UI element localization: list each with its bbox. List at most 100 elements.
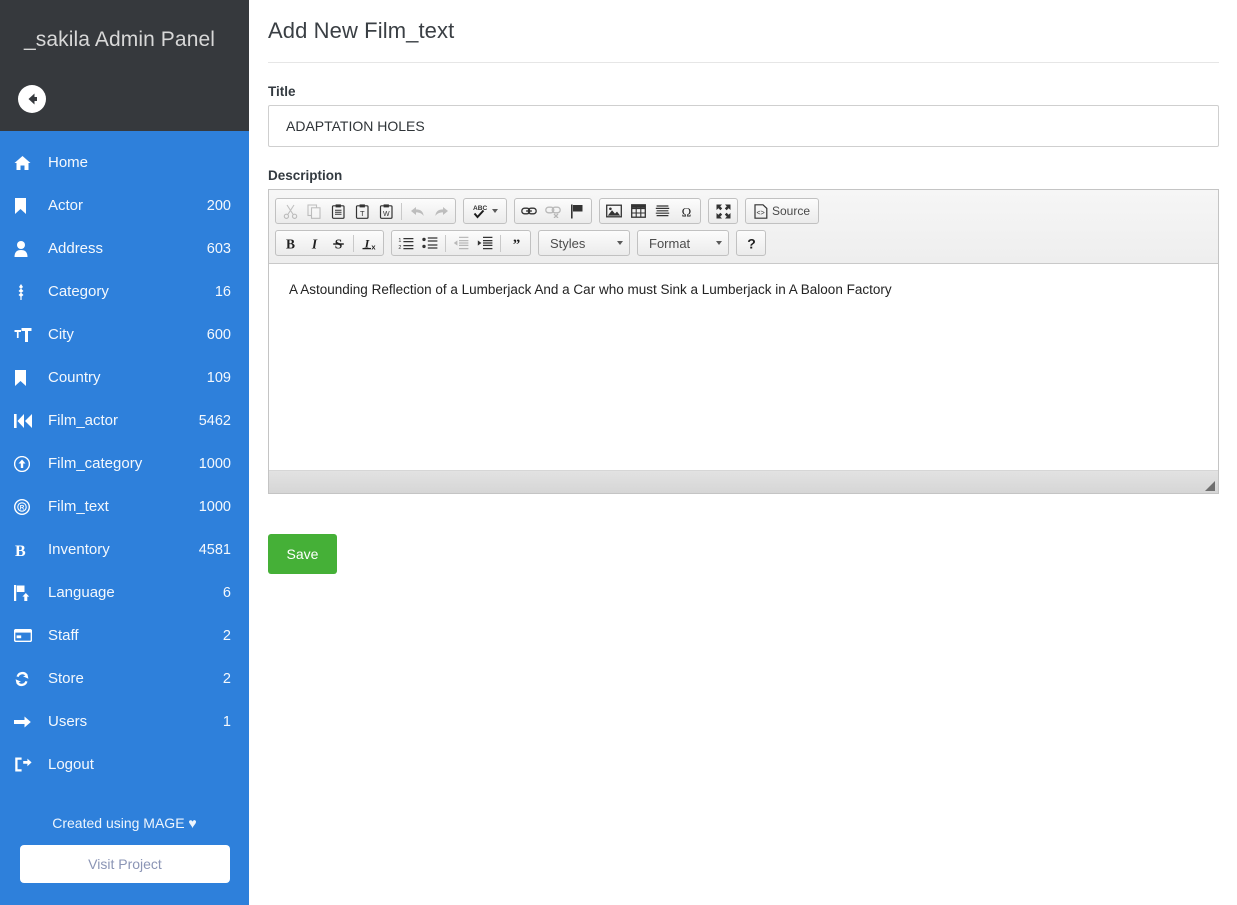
- styles-dropdown[interactable]: Styles: [538, 230, 630, 256]
- user-icon: [14, 240, 38, 257]
- unlink-icon[interactable]: [542, 200, 564, 222]
- sidebar-item-city[interactable]: City 600: [0, 313, 249, 356]
- sidebar-item-count: 6: [222, 584, 231, 601]
- svg-text:B: B: [285, 236, 294, 251]
- sidebar-item-label: Actor: [48, 197, 84, 214]
- numbered-list-icon[interactable]: 1 2: [395, 232, 417, 254]
- sidebar-item-label: Store: [48, 670, 84, 687]
- home-icon: [14, 155, 38, 171]
- paste-text-icon[interactable]: T: [351, 200, 373, 222]
- toolbar-separator: [445, 234, 446, 252]
- app-root: _sakila Admin Panel Home Actor 200 Addre…: [0, 0, 1237, 905]
- anchor-flag-icon[interactable]: [566, 200, 588, 222]
- editor-toolbar-row-1: T W ABC Ω <> Source: [273, 195, 1214, 227]
- undo-icon[interactable]: [406, 200, 428, 222]
- toolbar-separator: [500, 234, 501, 252]
- sidebar-item-store[interactable]: Store 2: [0, 657, 249, 700]
- footer-credit: Created using MAGE ♥: [52, 815, 197, 831]
- format-dropdown[interactable]: Format: [637, 230, 729, 256]
- bulleted-list-icon[interactable]: [419, 232, 441, 254]
- paste-word-icon[interactable]: W: [375, 200, 397, 222]
- resize-grip-handle[interactable]: [1205, 481, 1215, 491]
- arrow-circle-left-icon[interactable]: [18, 85, 46, 113]
- remove-format-icon[interactable]: I x: [358, 232, 380, 254]
- save-button[interactable]: Save: [268, 534, 337, 574]
- chevron-down-icon: [716, 241, 722, 245]
- sidebar-item-label: Film_actor: [48, 412, 119, 429]
- sidebar-item-count: 1000: [198, 455, 231, 472]
- image-icon[interactable]: [603, 200, 625, 222]
- svg-text:2: 2: [398, 245, 401, 250]
- sidebar-item-category[interactable]: Category 16: [0, 270, 249, 313]
- spellcheck-icon[interactable]: ABC: [467, 200, 503, 222]
- sidebar-item-users[interactable]: Users 1: [0, 700, 249, 743]
- spellcheck-toolgroup: ABC: [463, 198, 507, 224]
- editor-content-area[interactable]: A Astounding Reflection of a Lumberjack …: [269, 264, 1218, 471]
- strike-icon[interactable]: S: [327, 232, 349, 254]
- editor-toolbar: T W ABC Ω <> Source B I I x 1 2 ” Styles…: [269, 190, 1218, 264]
- sidebar-item-label: Language: [48, 584, 115, 601]
- link-toolgroup: [514, 198, 592, 224]
- sidebar-item-film-text[interactable]: R Film_text 1000: [0, 485, 249, 528]
- insert-toolgroup: Ω: [599, 198, 701, 224]
- paste-icon[interactable]: [327, 200, 349, 222]
- sidebar-item-film-category[interactable]: Film_category 1000: [0, 442, 249, 485]
- sidebar-item-label: Category: [48, 283, 109, 300]
- svg-text:Ω: Ω: [681, 204, 691, 219]
- italic-icon[interactable]: I: [303, 232, 325, 254]
- bold-icon[interactable]: B: [279, 232, 301, 254]
- sidebar-item-country[interactable]: Country 109: [0, 356, 249, 399]
- redo-icon[interactable]: [430, 200, 452, 222]
- maximize-icon[interactable]: [712, 200, 734, 222]
- arrow-right-icon: [14, 715, 38, 729]
- maximize-toolgroup: [708, 198, 738, 224]
- title-input[interactable]: [268, 105, 1219, 147]
- sidebar-item-label: Film_category: [48, 455, 143, 472]
- sidebar-item-count: 1: [222, 713, 231, 730]
- sidebar-item-logout[interactable]: Logout: [0, 743, 249, 786]
- svg-text:”: ”: [512, 237, 520, 250]
- sidebar-item-film-actor[interactable]: Film_actor 5462: [0, 399, 249, 442]
- sidebar-item-label: Film_text: [48, 498, 109, 515]
- bold-b-icon: B: [14, 542, 38, 558]
- refresh-icon: [14, 671, 38, 687]
- sidebar-item-language[interactable]: Language 6: [0, 571, 249, 614]
- source-button[interactable]: <> Source: [749, 200, 815, 222]
- text-format-icon: [14, 327, 38, 343]
- special-char-icon[interactable]: Ω: [675, 200, 697, 222]
- sidebar-item-home[interactable]: Home: [0, 141, 249, 184]
- about-toolgroup: ?: [736, 230, 766, 256]
- main-content: Add New Film_text Title Description: [249, 0, 1237, 905]
- sidebar-item-count: 2: [222, 670, 231, 687]
- svg-text:x: x: [371, 242, 376, 250]
- help-button[interactable]: ?: [740, 232, 762, 254]
- sidebar-item-label: Home: [48, 154, 89, 171]
- sidebar-footer: Created using MAGE ♥ Visit Project: [0, 815, 249, 883]
- sidebar-item-actor[interactable]: Actor 200: [0, 184, 249, 227]
- sidebar-item-address[interactable]: Address 603: [0, 227, 249, 270]
- arrow-up-circle-icon: [14, 455, 38, 472]
- flag-upload-icon: [14, 584, 38, 601]
- outdent-icon[interactable]: [450, 232, 472, 254]
- sidebar-item-count: 200: [206, 197, 231, 214]
- sidebar-item-inventory[interactable]: B Inventory 4581: [0, 528, 249, 571]
- sidebar-header: _sakila Admin Panel: [0, 0, 249, 131]
- sidebar-item-staff[interactable]: Staff 2: [0, 614, 249, 657]
- sidebar-item-label: Staff: [48, 627, 79, 644]
- sidebar-item-count: 1000: [198, 498, 231, 515]
- format-label: Format: [649, 235, 691, 251]
- svg-text:1: 1: [398, 238, 401, 244]
- cut-icon[interactable]: [279, 200, 301, 222]
- table-icon[interactable]: [627, 200, 649, 222]
- copy-icon[interactable]: [303, 200, 325, 222]
- blockquote-icon[interactable]: ”: [505, 232, 527, 254]
- svg-text:T: T: [360, 209, 365, 218]
- link-icon[interactable]: [518, 200, 540, 222]
- rich-text-editor: T W ABC Ω <> Source B I I x 1 2 ” Styles…: [268, 189, 1219, 494]
- chevron-down-icon: [492, 209, 498, 213]
- svg-text:I: I: [310, 236, 317, 251]
- indent-icon[interactable]: [474, 232, 496, 254]
- svg-text:R: R: [20, 504, 25, 511]
- visit-project-button[interactable]: Visit Project: [20, 845, 230, 883]
- horizontal-rule-icon[interactable]: [651, 200, 673, 222]
